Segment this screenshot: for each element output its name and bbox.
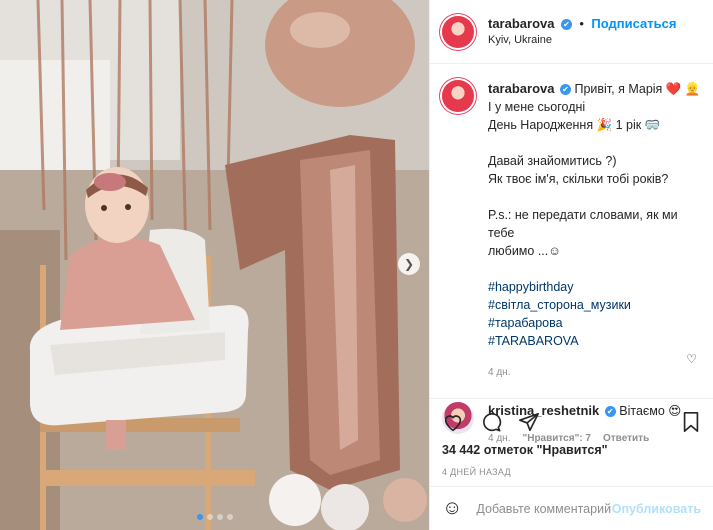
post-date[interactable]: 4 ДНЕЙ НАЗАД [442,467,701,477]
caption-line: любимо ...☺ [488,244,562,258]
caption-line: І у мене сьогодні [488,100,586,114]
emoji-picker-icon[interactable]: ☺ [442,497,462,520]
carousel-dot [196,514,203,520]
like-heart-icon[interactable] [442,411,464,433]
carousel-dot [206,514,213,520]
post-body: tarabarova ✔ Привіт, я Марія ❤️ 👱 І у ме… [430,64,713,448]
publish-button[interactable]: Опубликовать [612,502,701,516]
caption-line: Як твоє ім'я, скільки тобі років? [488,172,669,186]
carousel-dot [216,514,223,520]
instagram-post: ❯ tarabarova ✔ • Подписаться Kyiv, Ukrai… [0,0,713,530]
likes-count[interactable]: 34 442 отметок "Нравится" [442,443,701,457]
hashtag-link[interactable]: #happybirthday [488,278,701,296]
caption-line: Привіт, я Марія ❤️ 👱 [574,82,701,96]
comment-bubble-icon[interactable] [480,411,502,433]
carousel-dot [226,514,233,520]
verified-badge-icon: ✔ [560,18,572,30]
bookmark-icon[interactable] [681,411,701,433]
caption-avatar[interactable] [442,80,474,112]
caption-line: Давай знайомитись ?) [488,154,617,168]
separator: • [579,15,584,31]
post-actions: 34 442 отметок "Нравится" 4 ДНЕЙ НАЗАД [430,398,713,477]
action-icons [442,409,701,435]
verified-badge-icon: ✔ [559,84,571,95]
author-info: tarabarova ✔ • Подписаться Kyiv, Ukraine [488,15,676,49]
caption-text: tarabarova ✔ Привіт, я Марія ❤️ 👱 І у ме… [488,80,701,382]
author-avatar[interactable] [442,15,474,48]
caption-line [488,260,701,278]
carousel-dots [0,514,429,520]
caption-line [488,134,701,152]
post-side-panel: tarabarova ✔ • Подписаться Kyiv, Ukraine… [429,0,713,530]
comment-input[interactable] [476,501,612,516]
author-username[interactable]: tarabarova [488,16,554,31]
add-comment-bar: ☺ Опубликовать [430,486,713,530]
caption: tarabarova ✔ Привіт, я Марія ❤️ 👱 І у ме… [442,80,701,382]
caption-username[interactable]: tarabarova [488,81,554,96]
caption-line: День Народження 🎉 1 рік 🥽 [488,118,661,132]
next-image-arrow-icon[interactable]: ❯ [398,253,420,275]
follow-button[interactable]: Подписаться [591,16,676,31]
hashtag-link[interactable]: #TARABAROVA [488,332,701,350]
photo-scene [0,0,429,530]
comment-like-heart-icon[interactable]: ♡ [686,352,697,366]
caption-line: P.s.: не передати словами, як ми тебе [488,208,678,240]
hashtag-link[interactable]: #тарабарова [488,314,701,332]
caption-line [488,188,701,206]
caption-time[interactable]: 4 дн. [488,364,701,382]
hashtag-link[interactable]: #світла_сторона_музики [488,296,701,314]
share-send-icon[interactable] [518,411,540,433]
post-photo[interactable]: ❯ [0,0,429,530]
location-link[interactable]: Kyiv, Ukraine [488,32,676,49]
post-header: tarabarova ✔ • Подписаться Kyiv, Ukraine [430,0,713,64]
